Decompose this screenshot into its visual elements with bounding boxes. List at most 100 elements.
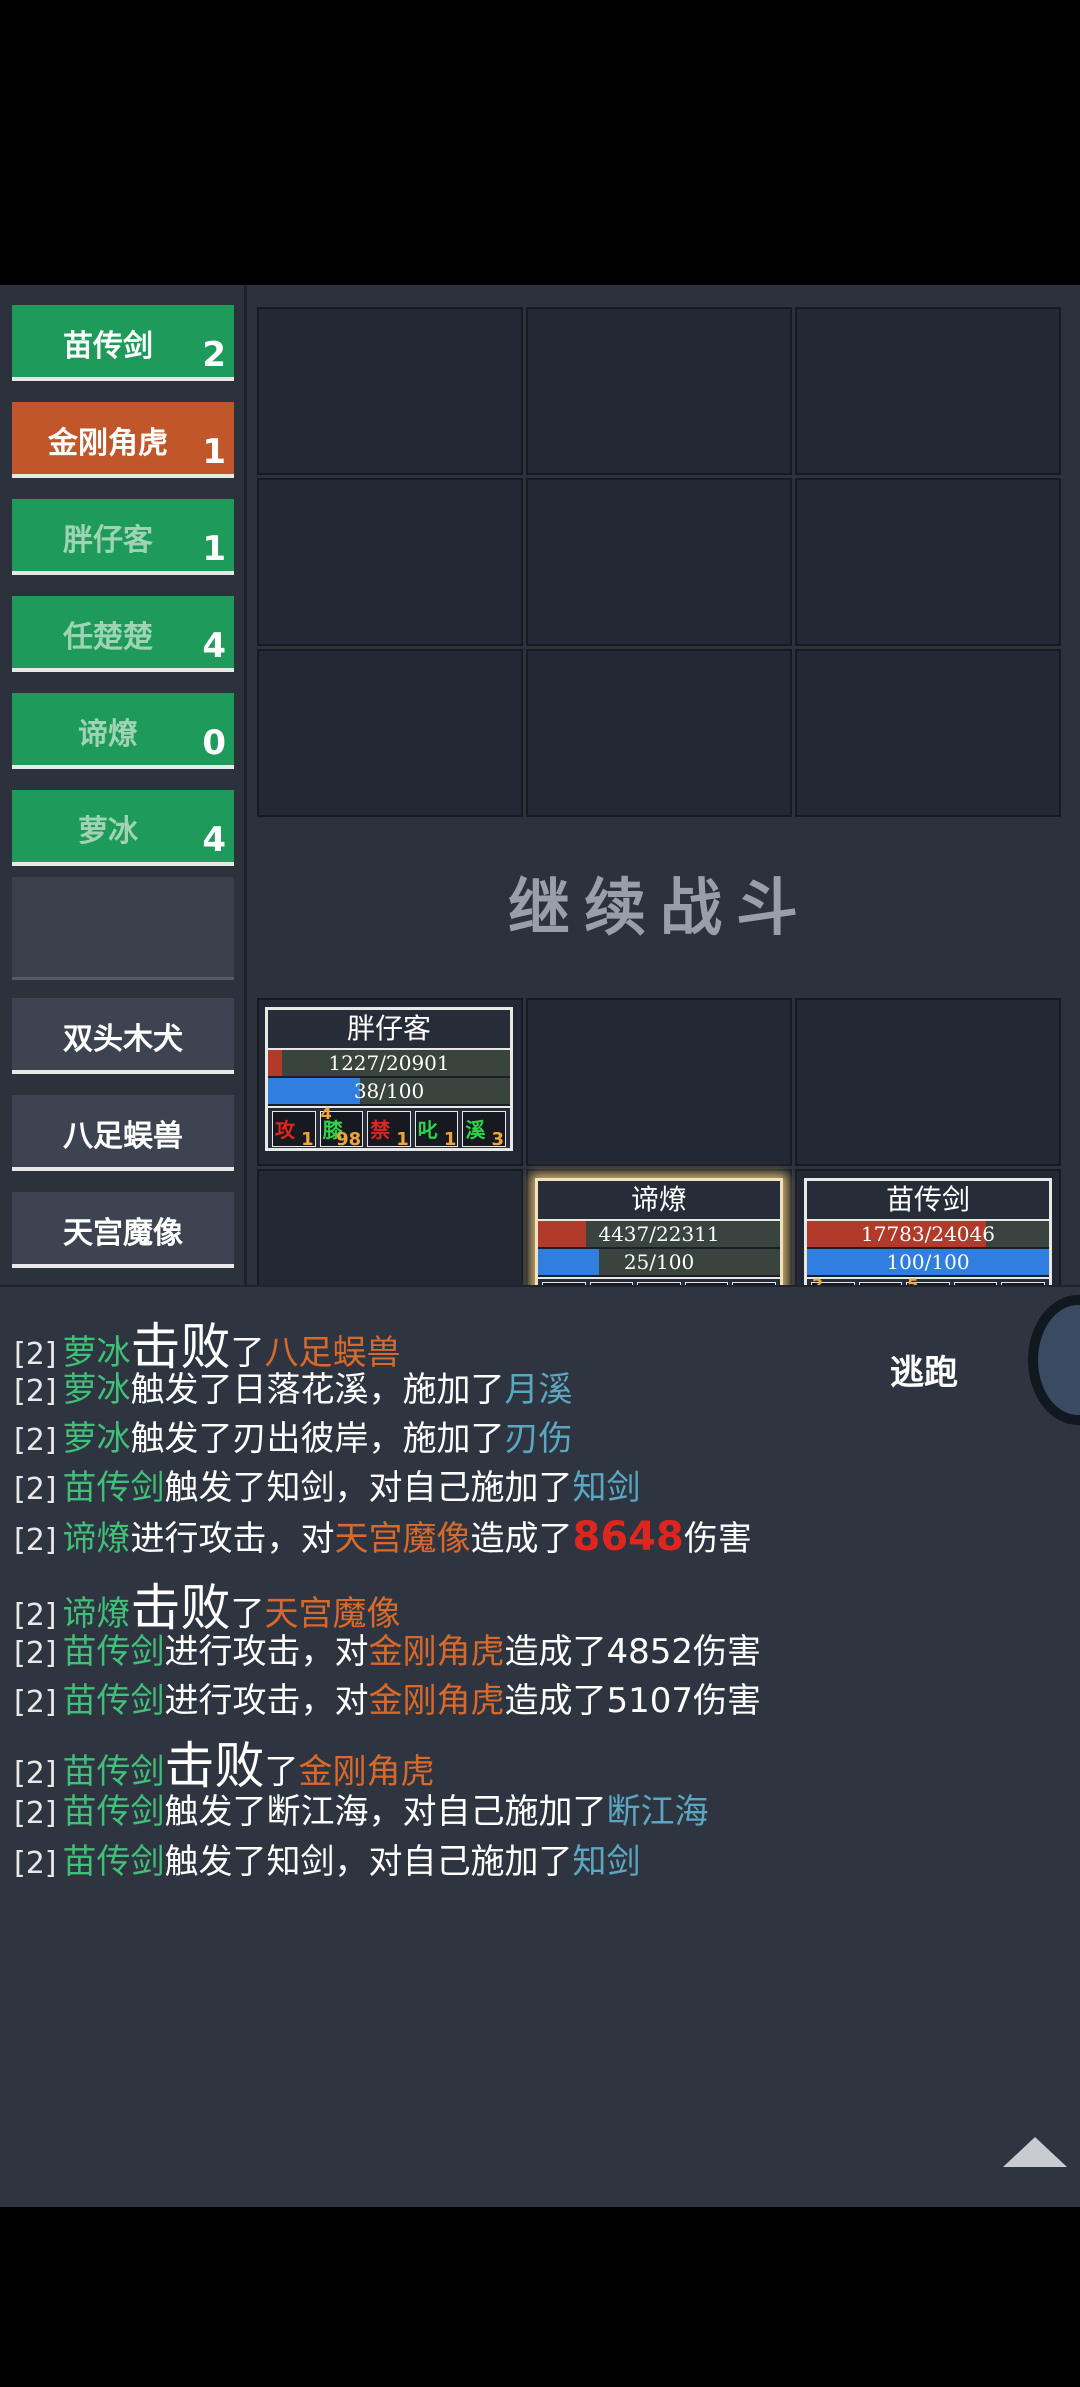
ally-slot[interactable] bbox=[795, 998, 1061, 1166]
log-line: [2] 苗传剑触发了知剑，对自己施加了知剑 bbox=[14, 1460, 641, 1509]
enemy-slot[interactable] bbox=[795, 649, 1061, 817]
hp-bar-text: 4437/22311 bbox=[598, 1222, 720, 1246]
log-text: 触发了断江海，对自己施加了 bbox=[164, 1792, 607, 1832]
buff-label: 攻 bbox=[275, 1118, 295, 1142]
buff-count: 1 bbox=[396, 1129, 409, 1150]
roster-ally-diliao[interactable]: 谛燎 0 bbox=[12, 693, 234, 769]
battle-screen: 苗传剑 2 金刚角虎 1 胖仔客 1 任楚楚 4 谛燎 0 萝冰 4 双头木犬 … bbox=[0, 285, 1080, 2207]
log-text: 进行攻击，对 bbox=[130, 1519, 335, 1559]
log-round: [2] bbox=[14, 1523, 57, 1558]
hp-bar: 17783/24046 bbox=[807, 1221, 1049, 1249]
unit-name: 胖仔客 bbox=[268, 1010, 510, 1050]
roster-name: 萝冰 bbox=[78, 814, 138, 849]
roster-count: 2 bbox=[202, 335, 226, 375]
roster-name: 任楚楚 bbox=[63, 620, 153, 655]
log-line: [2] 谛燎进行攻击，对天宫魔像造成了8648伤害 bbox=[14, 1511, 752, 1560]
mp-bar-text: 38/100 bbox=[353, 1079, 425, 1103]
log-round: [2] bbox=[14, 1374, 57, 1409]
buff-icon[interactable]: 禁1 bbox=[367, 1111, 411, 1150]
roster-enemy-tiangongmoxiang[interactable]: 天宫魔像 bbox=[12, 1192, 234, 1268]
log-target: 金刚角虎 bbox=[368, 1632, 505, 1672]
enemy-slot[interactable] bbox=[257, 307, 523, 475]
scroll-up-icon[interactable] bbox=[1003, 2137, 1067, 2167]
log-round: [2] bbox=[14, 1423, 57, 1458]
mp-bar: 25/100 bbox=[538, 1249, 780, 1277]
hp-bar: 4437/22311 bbox=[538, 1221, 780, 1249]
log-actor: 苗传剑 bbox=[62, 1792, 165, 1832]
buff-icon[interactable]: 溪3 bbox=[462, 1111, 506, 1150]
roster-ally-pangzike[interactable]: 胖仔客 1 bbox=[12, 499, 234, 575]
roster-enemy-bazuwushou[interactable]: 八足蜈兽 bbox=[12, 1095, 234, 1171]
mp-bar-text: 25/100 bbox=[623, 1250, 695, 1274]
enemy-slot[interactable] bbox=[795, 307, 1061, 475]
log-actor: 谛燎 bbox=[62, 1519, 131, 1559]
enemy-slot[interactable] bbox=[526, 478, 792, 646]
log-effect: 断江海 bbox=[606, 1792, 709, 1832]
log-effect: 知剑 bbox=[572, 1468, 641, 1508]
mp-bar: 100/100 bbox=[807, 1249, 1049, 1277]
log-text: 造成了5107伤害 bbox=[504, 1681, 762, 1721]
log-text: 进行攻击，对 bbox=[164, 1632, 369, 1672]
roster-name: 金刚角虎 bbox=[48, 426, 168, 461]
buff-label: 禁 bbox=[370, 1118, 391, 1142]
log-crit-damage: 8648 bbox=[572, 1514, 684, 1560]
roster-name: 双头木犬 bbox=[63, 1022, 183, 1057]
buff-icon[interactable]: 攻1 bbox=[272, 1111, 316, 1150]
hp-bar-text: 17783/24046 bbox=[861, 1222, 995, 1246]
enemy-slot[interactable] bbox=[526, 307, 792, 475]
roster-name: 苗传剑 bbox=[63, 329, 153, 364]
log-line: [2] 苗传剑进行攻击，对金刚角虎造成了5107伤害 bbox=[14, 1673, 761, 1722]
log-effect: 刃伤 bbox=[504, 1419, 573, 1459]
roster-empty-slot bbox=[12, 877, 234, 980]
log-round: [2] bbox=[14, 1846, 57, 1881]
enemy-slot[interactable] bbox=[257, 649, 523, 817]
enemy-slot[interactable] bbox=[526, 649, 792, 817]
buff-icon[interactable]: 叱1 bbox=[414, 1111, 459, 1150]
roster-name: 八足蜈兽 bbox=[63, 1119, 183, 1154]
roster-count: 4 bbox=[202, 626, 226, 666]
log-text: 伤害 bbox=[683, 1519, 752, 1559]
unit-name: 谛燎 bbox=[538, 1181, 780, 1221]
roster-ally-renchuchu[interactable]: 任楚楚 4 bbox=[12, 596, 234, 672]
roster-enemy-shuangtoumuquan[interactable]: 双头木犬 bbox=[12, 998, 234, 1074]
roster-ally-jingangjiaohu[interactable]: 金刚角虎 1 bbox=[12, 402, 234, 478]
log-actor: 苗传剑 bbox=[62, 1842, 165, 1882]
buff-icon[interactable]: 膝 98 4 bbox=[319, 1104, 364, 1150]
roster-count: 4 bbox=[202, 820, 226, 860]
buff-count: 98 bbox=[336, 1129, 362, 1150]
roster-name: 天宫魔像 bbox=[63, 1216, 183, 1251]
unit-card-pangzike[interactable]: 胖仔客 1227/20901 38/100 攻 1 膝 98 4 禁 1 叱 1 溪 3 bbox=[265, 1007, 513, 1151]
continue-battle-button[interactable]: 继续战斗 bbox=[255, 857, 1065, 947]
log-line: [2] 萝冰触发了日落花溪，施加了月溪 bbox=[14, 1362, 573, 1411]
log-target: 金刚角虎 bbox=[368, 1681, 505, 1721]
hp-bar-text: 1227/20901 bbox=[328, 1051, 450, 1075]
log-actor: 萝冰 bbox=[62, 1419, 131, 1459]
log-text: 触发了日落花溪，施加了 bbox=[130, 1370, 505, 1410]
log-round: [2] bbox=[14, 1685, 57, 1720]
mp-bar: 38/100 bbox=[268, 1078, 510, 1106]
log-line: [2] 苗传剑触发了断江海，对自己施加了断江海 bbox=[14, 1784, 709, 1833]
buff-count: 1 bbox=[443, 1129, 457, 1150]
enemy-slot[interactable] bbox=[257, 478, 523, 646]
roster-count: 1 bbox=[202, 432, 226, 472]
mp-bar-text: 100/100 bbox=[886, 1250, 970, 1274]
log-round: [2] bbox=[14, 1636, 57, 1671]
log-text: 触发了知剑，对自己施加了 bbox=[164, 1842, 573, 1882]
log-line: [2] 苗传剑触发了知剑，对自己施加了知剑 bbox=[14, 1834, 641, 1883]
log-text: 造成了 bbox=[470, 1519, 573, 1559]
unit-name: 苗传剑 bbox=[807, 1181, 1049, 1221]
log-round: [2] bbox=[14, 1472, 57, 1507]
log-line: [2] 萝冰触发了刃出彼岸，施加了刃伤 bbox=[14, 1411, 573, 1460]
ally-slot[interactable] bbox=[526, 998, 792, 1166]
log-text: 进行攻击，对 bbox=[164, 1681, 369, 1721]
roster-ally-luobing[interactable]: 萝冰 4 bbox=[12, 790, 234, 866]
buff-stack: 4 bbox=[320, 1104, 332, 1123]
log-target: 天宫魔像 bbox=[334, 1519, 471, 1559]
log-round: [2] bbox=[14, 1796, 57, 1831]
roster-count: 1 bbox=[202, 529, 226, 569]
enemy-slot[interactable] bbox=[795, 478, 1061, 646]
flee-button[interactable]: 逃跑 bbox=[890, 1345, 958, 1394]
roster-ally-miaochuanjian[interactable]: 苗传剑 2 bbox=[12, 305, 234, 381]
roster-name: 胖仔客 bbox=[63, 523, 153, 558]
log-actor: 萝冰 bbox=[62, 1370, 131, 1410]
